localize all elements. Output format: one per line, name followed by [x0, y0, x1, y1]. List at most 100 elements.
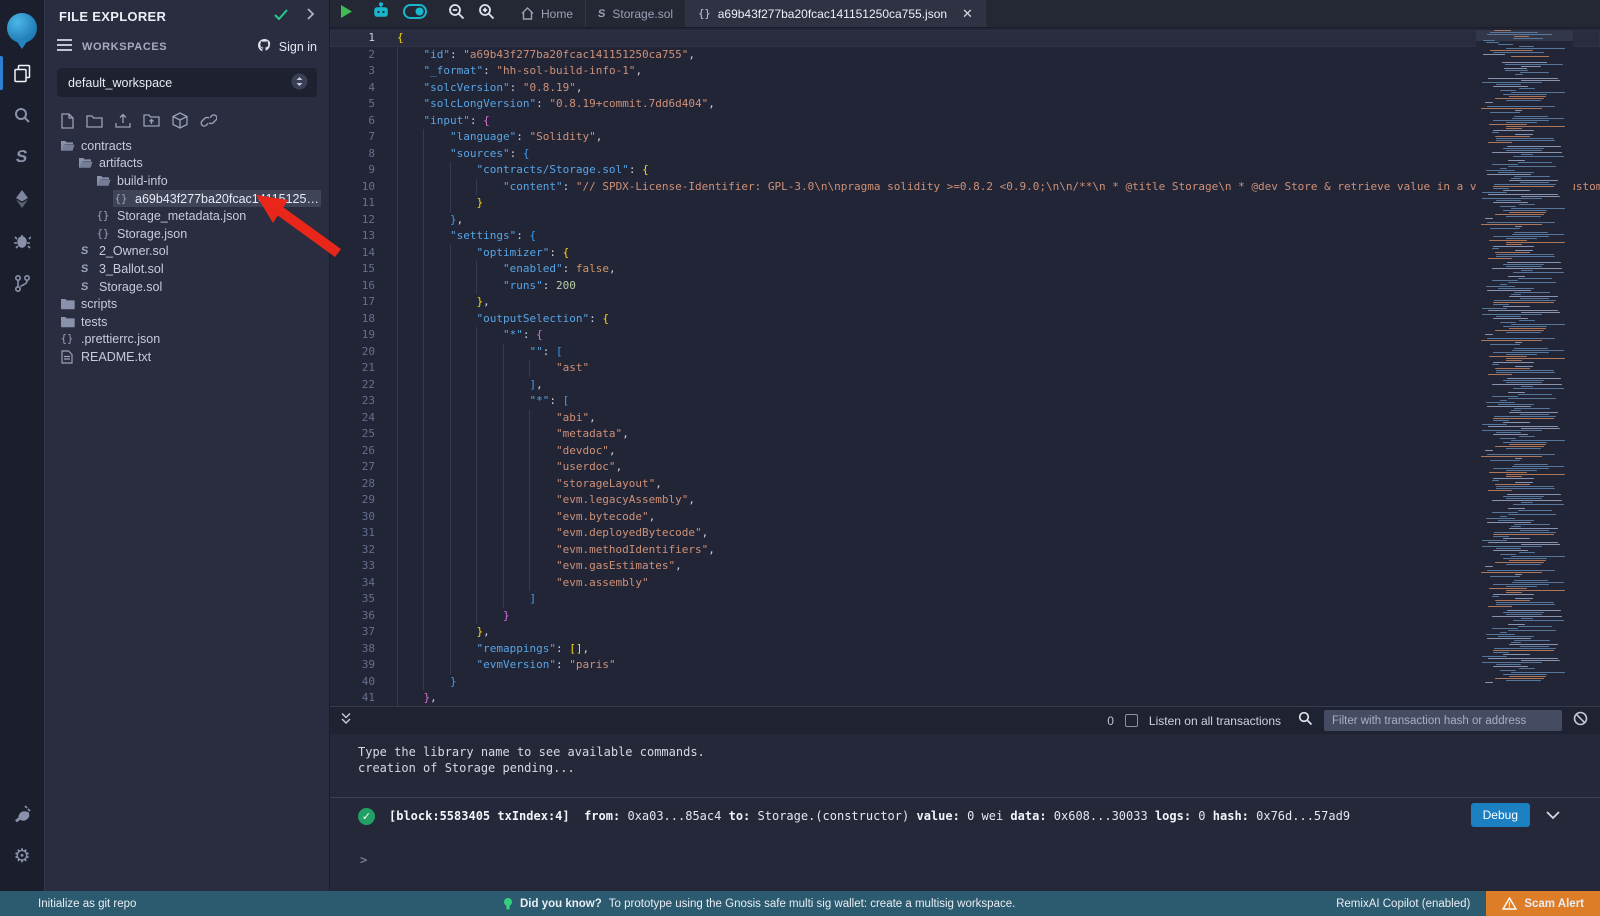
editor-line[interactable]: 22 ], [330, 377, 1600, 394]
editor-line[interactable]: 20 "": [ [330, 344, 1600, 361]
tree-item[interactable]: scripts [45, 295, 329, 313]
remix-logo-icon[interactable] [0, 6, 45, 50]
terminal-prompt[interactable]: > [360, 853, 367, 867]
editor-line[interactable]: 4 "solcVersion": "0.8.19", [330, 80, 1600, 97]
editor-line[interactable]: 28 "storageLayout", [330, 476, 1600, 493]
editor-line[interactable]: 17 }, [330, 294, 1600, 311]
workspace-select[interactable]: default_workspace [57, 68, 317, 97]
status-bar: Initialize as git repo Did you know? To … [0, 891, 1600, 916]
plugin-manager-icon[interactable] [0, 795, 45, 833]
tree-item[interactable]: {}Storage_metadata.json [45, 207, 329, 225]
editor-line[interactable]: 14 "optimizer": { [330, 245, 1600, 262]
cube-icon[interactable] [172, 112, 188, 129]
tree-item[interactable]: {}a69b43f277ba20fcac141151250ca755.json [45, 190, 329, 208]
editor-line[interactable]: 29 "evm.legacyAssembly", [330, 492, 1600, 509]
editor-line[interactable]: 18 "outputSelection": { [330, 311, 1600, 328]
editor-line[interactable]: 33 "evm.gasEstimates", [330, 558, 1600, 575]
editor-line[interactable]: 35 ] [330, 591, 1600, 608]
editor-line[interactable]: 3 "_format": "hh-sol-build-info-1", [330, 63, 1600, 80]
editor-line[interactable]: 27 "userdoc", [330, 459, 1600, 476]
editor-line[interactable]: 25 "metadata", [330, 426, 1600, 443]
listen-checkbox[interactable] [1125, 714, 1138, 727]
git-init-button[interactable]: Initialize as git repo [38, 898, 136, 910]
tree-item[interactable]: contracts [45, 137, 329, 155]
editor-line[interactable]: 7 "language": "Solidity", [330, 129, 1600, 146]
tab-build-info-json[interactable]: {} a69b43f277ba20fcac141151250ca755.json… [686, 0, 986, 27]
zoom-in-icon[interactable] [478, 3, 495, 25]
upload-file-icon[interactable] [115, 113, 131, 129]
git-icon[interactable] [0, 264, 45, 302]
tree-item[interactable]: S2_Owner.sol [45, 243, 329, 261]
solidity-file-icon: S [81, 281, 90, 293]
file-explorer-icon[interactable] [0, 54, 45, 92]
editor-line[interactable]: 31 "evm.deployedBytecode", [330, 525, 1600, 542]
upload-folder-icon[interactable] [143, 113, 160, 128]
copilot-toggle-icon[interactable] [403, 4, 427, 24]
sign-in-button[interactable]: Sign in [256, 38, 317, 56]
tab-storage-sol[interactable]: S Storage.sol [586, 0, 686, 27]
editor-line[interactable]: 10 "content": "// SPDX-License-Identifie… [330, 179, 1600, 196]
tree-item[interactable]: README.txt [45, 348, 329, 366]
editor-line[interactable]: 8 "sources": { [330, 146, 1600, 163]
editor-line[interactable]: 12 }, [330, 212, 1600, 229]
expand-tx-icon[interactable] [1546, 809, 1560, 823]
editor-line[interactable]: 6 "input": { [330, 113, 1600, 130]
editor-line[interactable]: 26 "devdoc", [330, 443, 1600, 460]
editor-line[interactable]: 32 "evm.methodIdentifiers", [330, 542, 1600, 559]
editor-line[interactable]: 19 "*": { [330, 327, 1600, 344]
listen-label[interactable]: Listen on all transactions [1149, 714, 1281, 728]
ai-assistant-icon[interactable] [372, 2, 390, 25]
scam-alert-button[interactable]: Scam Alert [1486, 891, 1600, 916]
collapse-terminal-icon[interactable] [340, 712, 352, 730]
clear-console-icon[interactable] [1573, 711, 1588, 731]
minimap[interactable] [1476, 30, 1573, 702]
debugger-icon[interactable] [0, 222, 45, 260]
editor-line[interactable]: 36 } [330, 608, 1600, 625]
editor-line[interactable]: 15 "enabled": false, [330, 261, 1600, 278]
run-script-icon[interactable] [340, 4, 353, 24]
editor-line[interactable]: 30 "evm.bytecode", [330, 509, 1600, 526]
tree-item[interactable]: artifacts [45, 155, 329, 173]
editor-line[interactable]: 11 } [330, 195, 1600, 212]
editor-line[interactable]: 1{ [330, 30, 1600, 47]
tree-item[interactable]: {}.prettierrc.json [45, 331, 329, 349]
tab-home[interactable]: Home [509, 0, 586, 27]
deploy-run-icon[interactable] [0, 180, 45, 218]
editor-line[interactable]: 40 } [330, 674, 1600, 691]
tree-item[interactable]: {}Storage.json [45, 225, 329, 243]
transaction-filter-input[interactable] [1324, 710, 1562, 731]
settings-icon[interactable]: ⚙ [0, 837, 45, 875]
copilot-status[interactable]: RemixAI Copilot (enabled) [1336, 898, 1470, 910]
solidity-compiler-icon[interactable]: S [0, 138, 45, 176]
debug-button[interactable]: Debug [1471, 803, 1530, 827]
new-file-icon[interactable] [61, 113, 74, 129]
editor-line[interactable]: 37 }, [330, 624, 1600, 641]
tree-item[interactable]: build-info [45, 172, 329, 190]
editor-line[interactable]: 13 "settings": { [330, 228, 1600, 245]
hamburger-menu-icon[interactable] [57, 38, 72, 56]
new-folder-icon[interactable] [86, 114, 103, 128]
chevron-right-icon[interactable] [306, 7, 315, 25]
editor-line[interactable]: 16 "runs": 200 [330, 278, 1600, 295]
link-icon[interactable] [200, 113, 217, 128]
editor-line[interactable]: 5 "solcLongVersion": "0.8.19+commit.7dd6… [330, 96, 1600, 113]
close-tab-icon[interactable]: ✕ [962, 6, 973, 22]
editor-line[interactable]: 41 }, [330, 690, 1600, 706]
tx-summary: [block:5583405 txIndex:4] from: 0xa03...… [389, 809, 1350, 823]
editor-line[interactable]: 21 "ast" [330, 360, 1600, 377]
editor-line[interactable]: 34 "evm.assembly" [330, 575, 1600, 592]
editor-line[interactable]: 39 "evmVersion": "paris" [330, 657, 1600, 674]
editor-line[interactable]: 9 "contracts/Storage.sol": { [330, 162, 1600, 179]
editor-line[interactable]: 2 "id": "a69b43f277ba20fcac141151250ca75… [330, 47, 1600, 64]
editor-line[interactable]: 23 "*": [ [330, 393, 1600, 410]
transaction-row[interactable]: ✓ [block:5583405 txIndex:4] from: 0xa03.… [330, 798, 1600, 834]
tree-item[interactable]: SStorage.sol [45, 278, 329, 296]
code-editor[interactable]: 1{2 "id": "a69b43f277ba20fcac141151250ca… [330, 28, 1600, 706]
editor-line[interactable]: 38 "remappings": [], [330, 641, 1600, 658]
tree-item[interactable]: tests [45, 313, 329, 331]
zoom-out-icon[interactable] [448, 3, 465, 25]
tree-item[interactable]: S3_Ballot.sol [45, 260, 329, 278]
terminal[interactable]: Type the library name to see available c… [330, 734, 1600, 891]
search-icon[interactable] [0, 96, 45, 134]
editor-line[interactable]: 24 "abi", [330, 410, 1600, 427]
